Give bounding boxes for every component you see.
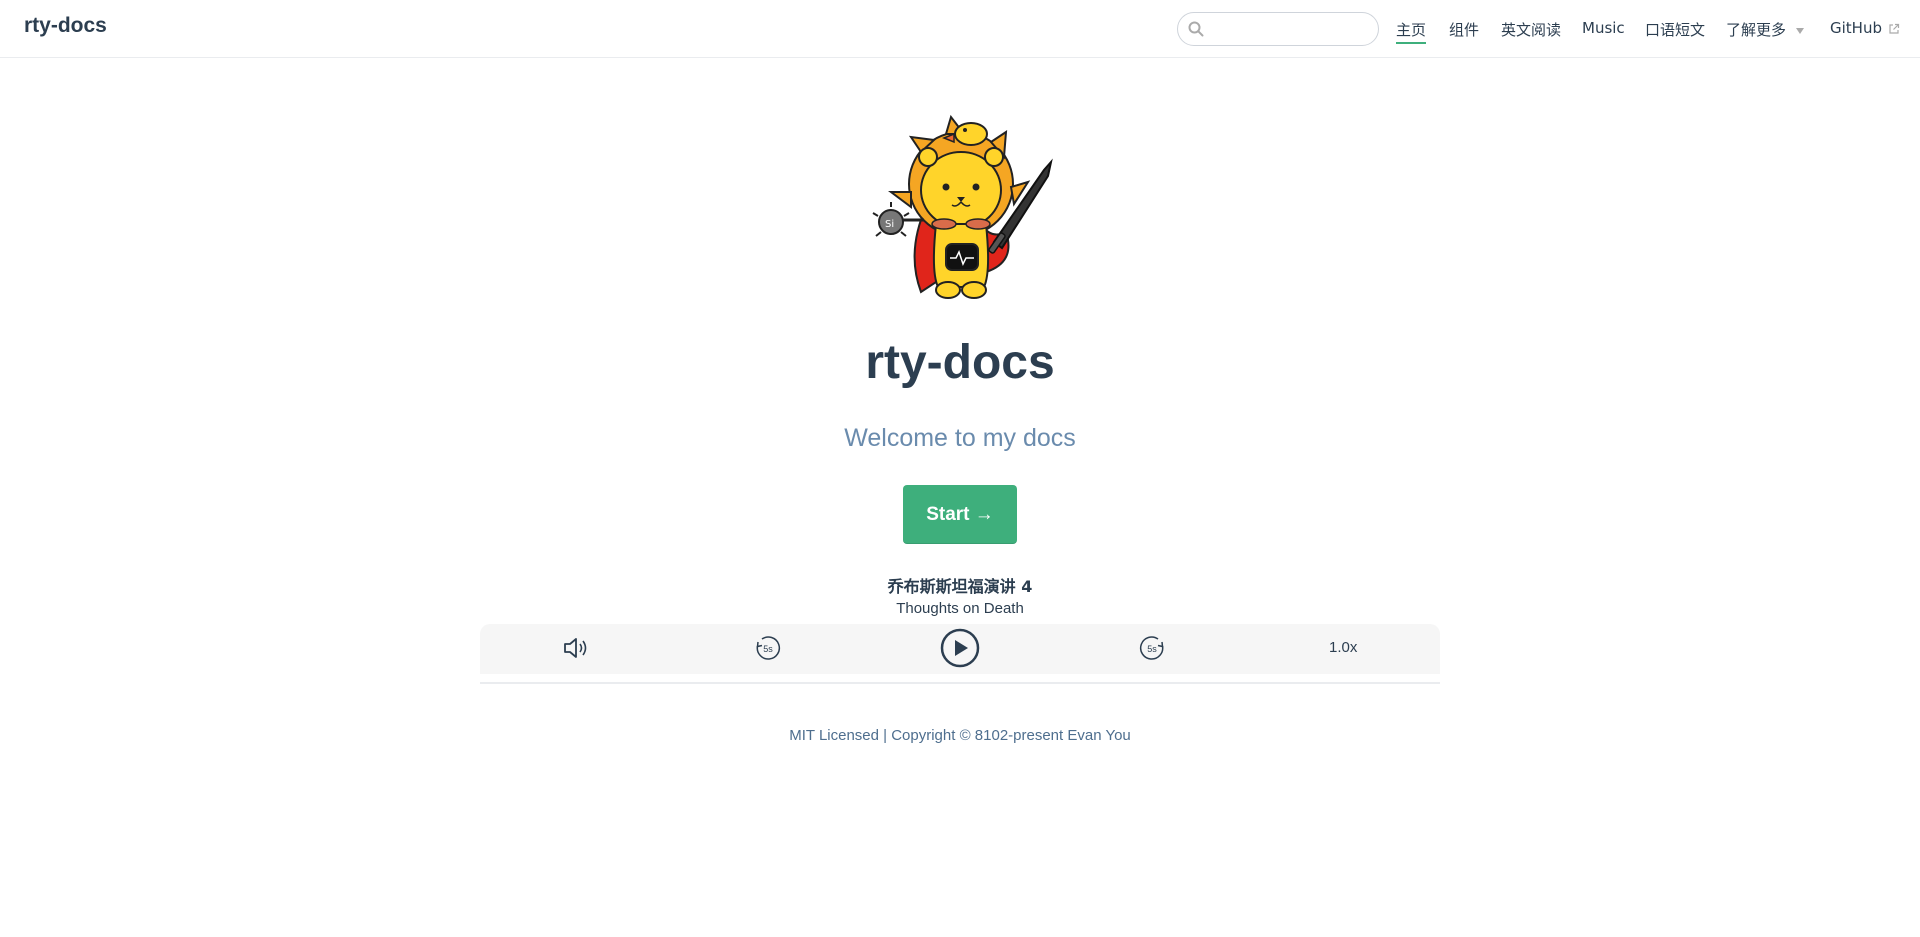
site-name-link[interactable]: rty-docs: [24, 14, 107, 38]
nav-item-spoken-essays[interactable]: 口语短文: [1645, 19, 1705, 40]
nav-item-home[interactable]: 主页: [1396, 19, 1427, 44]
nav-item-learn-more-label: 了解更多: [1726, 21, 1787, 39]
rewind-5s-icon: 5s: [756, 636, 781, 660]
track-title: 乔布斯斯坦福演讲 4: [887, 577, 1033, 596]
start-button[interactable]: Start →: [903, 485, 1017, 544]
hero-title: rty-docs: [865, 336, 1055, 389]
progress-track[interactable]: [480, 682, 1440, 684]
chevron-down-icon: [1796, 27, 1805, 34]
forward-5s-button[interactable]: 5s: [1138, 634, 1166, 662]
nav-item-english-reading[interactable]: 英文阅读: [1501, 19, 1561, 40]
external-link-icon: [1889, 23, 1900, 34]
forward-5s-icon: 5s: [1139, 636, 1164, 660]
footer-text: MIT Licensed | Copyright © 8102-present …: [789, 727, 1131, 744]
hero-description: Welcome to my docs: [844, 424, 1076, 452]
nav-item-learn-more[interactable]: 了解更多: [1726, 19, 1805, 40]
svg-text:Si: Si: [885, 219, 894, 230]
nav-item-github-label: GitHub: [1830, 19, 1882, 37]
nav-item-music[interactable]: Music: [1582, 19, 1625, 37]
search-input[interactable]: [1210, 17, 1370, 41]
hero-mascot-image: Si: [872, 114, 1053, 299]
track-subtitle: Thoughts on Death: [896, 600, 1024, 617]
nav-item-github[interactable]: GitHub: [1830, 19, 1900, 37]
navbar: rty-docs 主页 组件 英文阅读 Music 口语短文 了解更多 GitH…: [0, 0, 1920, 58]
forward-5s-label: 5s: [1147, 644, 1157, 654]
search-box[interactable]: [1177, 12, 1379, 46]
rewind-5s-label: 5s: [763, 644, 773, 654]
volume-icon[interactable]: [562, 636, 588, 660]
search-icon: [1188, 21, 1204, 37]
play-icon[interactable]: [940, 628, 980, 668]
playback-speed-button[interactable]: 1.0x: [1329, 639, 1357, 656]
nav-item-components[interactable]: 组件: [1449, 19, 1479, 40]
rewind-5s-button[interactable]: 5s: [754, 634, 782, 662]
